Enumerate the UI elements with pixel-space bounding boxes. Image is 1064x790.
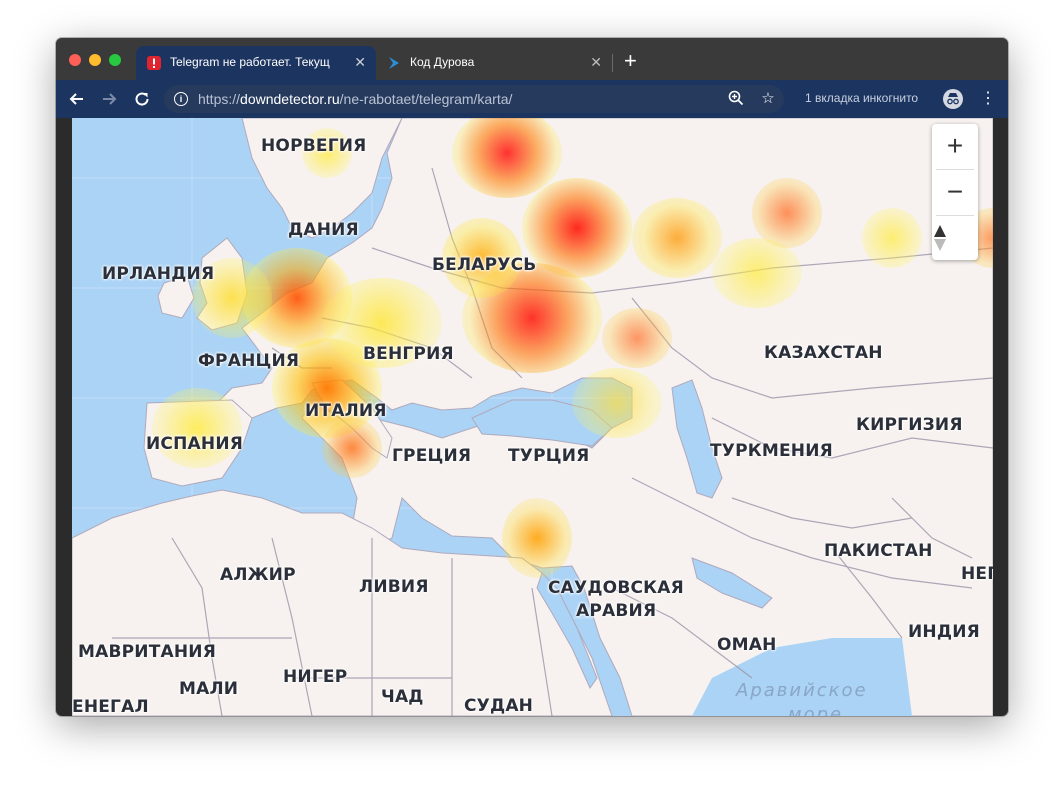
compass-reset-button[interactable] xyxy=(932,216,978,260)
forward-arrow-icon[interactable] xyxy=(98,88,120,110)
country-label: ТУРКМЕНИЯ xyxy=(710,441,833,461)
country-label: СУДАН xyxy=(464,696,534,716)
info-icon[interactable]: i xyxy=(174,92,188,106)
country-label: ИТАЛИЯ xyxy=(305,401,387,421)
country-label: ГРЕЦИЯ xyxy=(392,446,472,466)
zoom-out-button[interactable]: − xyxy=(932,170,978,214)
tab-divider xyxy=(612,54,613,72)
country-label: МАВРИТАНИЯ xyxy=(78,642,217,662)
maximize-window-button[interactable] xyxy=(109,54,121,66)
more-menu-icon[interactable]: ⋮ xyxy=(980,88,996,110)
country-label: ПАКИСТАН xyxy=(824,541,933,561)
downdetector-favicon-icon xyxy=(147,56,161,70)
tab-strip: Telegram не работает. Текущ ✕ Код Дурова… xyxy=(56,38,1008,80)
country-label: САУДОВСКАЯ xyxy=(548,578,684,598)
back-arrow-icon[interactable] xyxy=(66,88,88,110)
tab-title: Код Дурова xyxy=(410,55,475,69)
kod-durova-favicon-icon xyxy=(389,57,399,69)
close-tab-icon[interactable]: ✕ xyxy=(590,54,602,71)
country-label: НОРВЕГИЯ xyxy=(261,136,367,156)
incognito-icon[interactable] xyxy=(943,89,963,109)
country-label: ИСПАНИЯ xyxy=(146,434,244,454)
country-label: НИГЕР xyxy=(283,667,348,687)
new-tab-button[interactable]: + xyxy=(624,49,637,73)
tab-title: Telegram не работает. Текущ xyxy=(170,55,330,69)
country-label: ВЕНГРИЯ xyxy=(363,344,454,364)
country-label: ДАНИЯ xyxy=(288,220,359,240)
country-label: КАЗАХСТАН xyxy=(764,343,883,363)
toolbar: i https://downdetector.ru/ne-rabotaet/te… xyxy=(56,80,1008,118)
country-label: ФРАНЦИЯ xyxy=(198,351,300,371)
minimize-window-button[interactable] xyxy=(89,54,101,66)
country-label: ИНДИЯ xyxy=(908,622,980,642)
country-label: ЛИВИЯ xyxy=(359,577,429,597)
country-label: ЕНЕГАЛ xyxy=(72,697,149,716)
country-label: АЛЖИР xyxy=(220,565,296,585)
country-label: ИРЛАНДИЯ xyxy=(102,264,215,284)
tab-telegram[interactable]: Telegram не работает. Текущ ✕ xyxy=(136,46,376,80)
country-label: ЧАД xyxy=(381,687,424,707)
map-base xyxy=(72,118,993,716)
zoom-controls: + − xyxy=(932,124,978,260)
country-label: ОМАН xyxy=(717,635,777,655)
compass-icon xyxy=(934,225,946,251)
star-icon[interactable]: ☆ xyxy=(758,89,778,109)
tab-kod-durova[interactable]: Код Дурова ✕ xyxy=(376,46,612,80)
incognito-label: 1 вкладка инкогнито xyxy=(805,91,919,105)
country-label: КИРГИЗИЯ xyxy=(856,415,963,435)
sea-label: Аравийское xyxy=(736,680,868,701)
zoom-in-button[interactable]: + xyxy=(932,124,978,168)
country-label: НЕП xyxy=(961,564,993,584)
outage-heat-map[interactable]: НОРВЕГИЯ ДАНИЯ ИРЛАНДИЯ БЕЛАРУСЬ ФРАНЦИЯ… xyxy=(72,118,993,716)
country-label: БЕЛАРУСЬ xyxy=(432,255,537,275)
country-label: МАЛИ xyxy=(179,679,239,699)
reload-icon[interactable] xyxy=(131,88,153,110)
address-bar[interactable]: i https://downdetector.ru/ne-rabotaet/te… xyxy=(164,85,784,113)
url-text[interactable]: https://downdetector.ru/ne-rabotaet/tele… xyxy=(198,91,512,107)
country-label: АРАВИЯ xyxy=(576,601,657,621)
close-window-button[interactable] xyxy=(69,54,81,66)
close-tab-icon[interactable]: ✕ xyxy=(354,54,366,71)
zoom-icon[interactable] xyxy=(726,89,746,109)
country-label: ТУРЦИЯ xyxy=(508,446,590,466)
browser-window: Telegram не работает. Текущ ✕ Код Дурова… xyxy=(56,38,1008,716)
sea-label: море xyxy=(788,704,844,716)
